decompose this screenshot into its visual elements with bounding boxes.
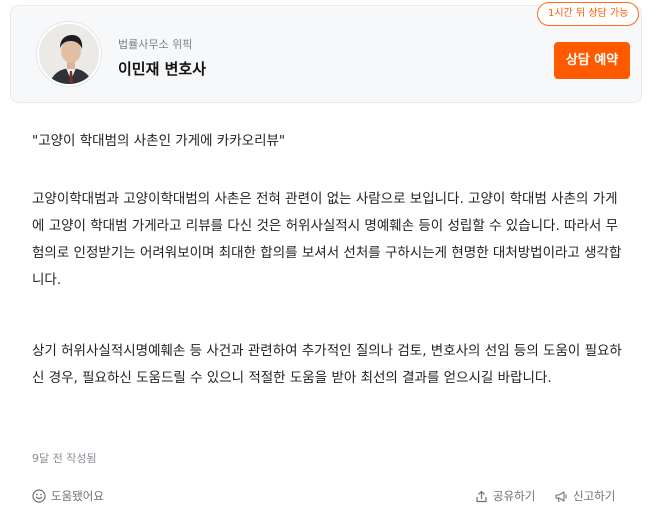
answer-page: 법률사무소 위픽 이민재 변호사 1시간 뒤 상담 가능 상담 예약 "고양이 … xyxy=(0,0,651,511)
lawyer-card[interactable]: 법률사무소 위픽 이민재 변호사 1시간 뒤 상담 가능 상담 예약 xyxy=(10,2,642,103)
lawyer-photo xyxy=(39,24,99,84)
report-button[interactable]: 신고하기 xyxy=(554,488,615,504)
helpful-label: 도움됐어요 xyxy=(51,489,104,503)
helpful-button[interactable]: 도움됐어요 xyxy=(32,488,104,504)
answer-quote: "고양이 학대범의 사촌인 가게에 카카오리뷰" xyxy=(32,133,286,149)
megaphone-icon xyxy=(555,490,567,502)
share-label: 공유하기 xyxy=(493,489,536,503)
availability-badge: 1시간 뒤 상담 가능 xyxy=(537,2,640,26)
answer-paragraph-2: 상기 허위사실적시명예훼손 등 사건과 관련하여 추가적인 질의나 검토, 변호… xyxy=(32,343,622,386)
share-icon xyxy=(476,490,487,502)
law-firm-name: 법률사무소 위픽 xyxy=(118,38,193,51)
answer-paragraph-1: 고양이학대범과 고양이학대범의 사촌은 전혀 관련이 없는 사람으로 보입니다.… xyxy=(32,191,622,288)
consult-reservation-button[interactable]: 상담 예약 xyxy=(554,42,630,79)
lawyer-name[interactable]: 이민재 변호사 xyxy=(118,58,206,79)
share-button[interactable]: 공유하기 xyxy=(475,488,535,504)
avatar[interactable] xyxy=(37,22,101,86)
answer-actions: 도움됐어요 공유하기 신고하기 xyxy=(0,484,651,508)
report-label: 신고하기 xyxy=(573,489,616,503)
smile-icon xyxy=(32,489,46,503)
written-time: 9달 전 작성됨 xyxy=(32,452,97,465)
